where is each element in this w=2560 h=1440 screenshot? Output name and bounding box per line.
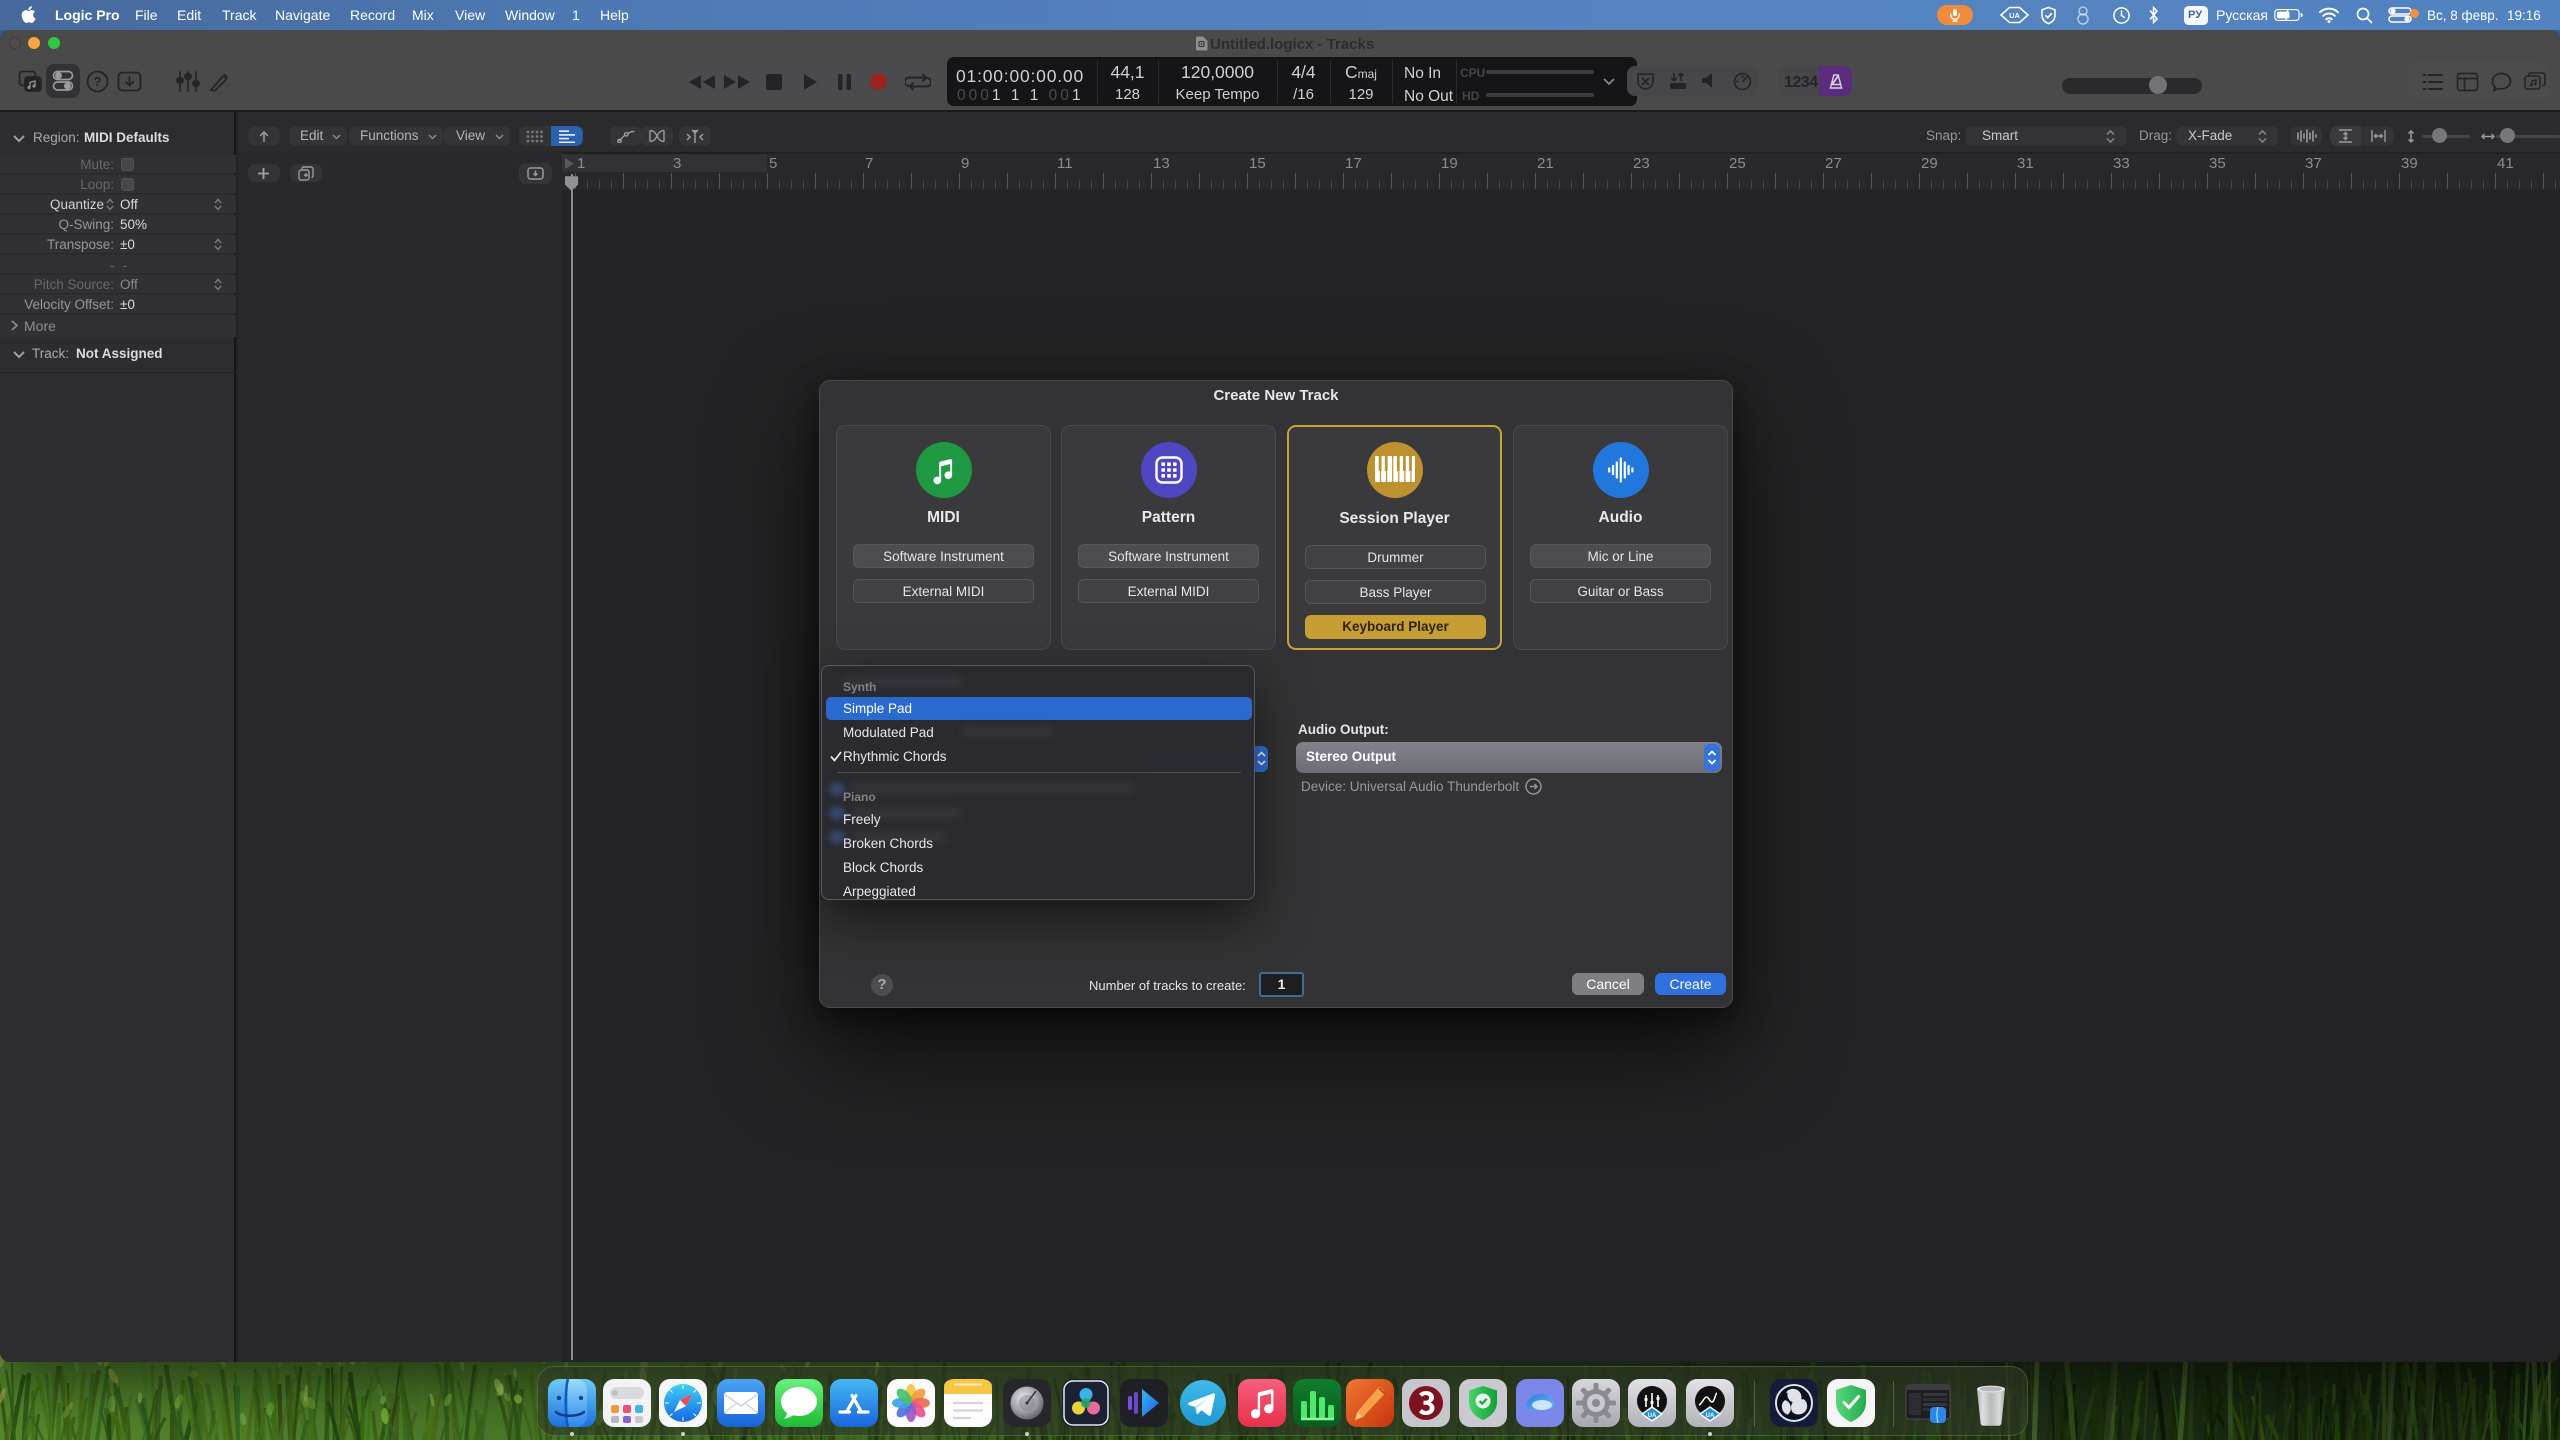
svg-text:?: ? (94, 74, 102, 89)
svg-text:UA: UA (1706, 1413, 1715, 1419)
svg-text:UA: UA (2009, 11, 2020, 20)
svg-text:UA: UA (1648, 1413, 1657, 1419)
